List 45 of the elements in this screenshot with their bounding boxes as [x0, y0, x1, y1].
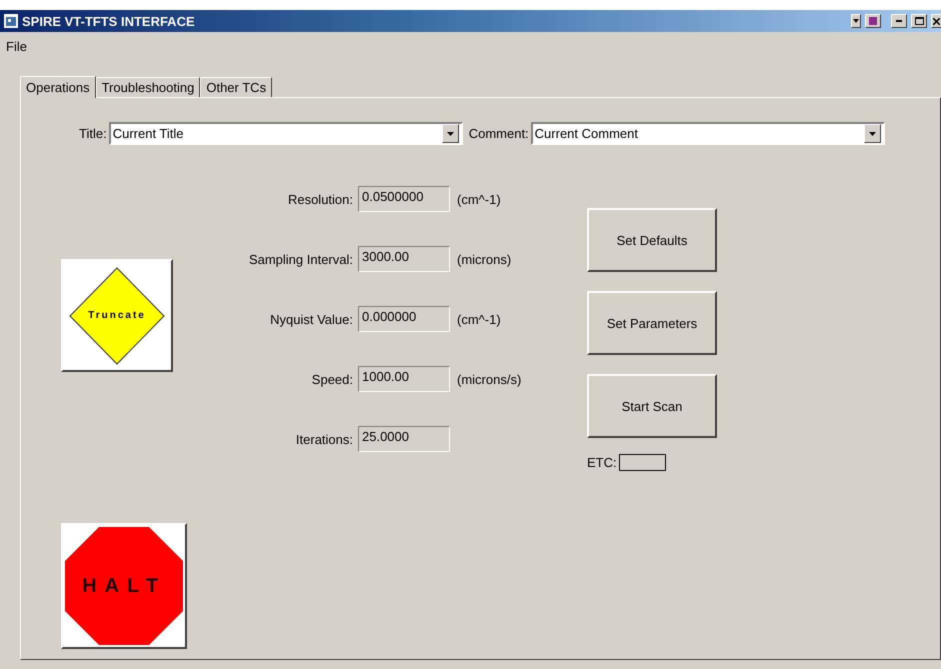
app-icon: [4, 14, 18, 28]
command-button[interactable]: Set Parameters: [587, 291, 717, 355]
unit-label: (microns/s): [456, 372, 522, 386]
diamond-icon: [69, 266, 165, 364]
tab[interactable]: Troubleshooting: [96, 77, 200, 97]
close-icon: [933, 18, 940, 24]
truncate-button[interactable]: Truncate: [61, 259, 173, 372]
command-button[interactable]: Start Scan: [587, 374, 717, 438]
halt-button[interactable]: HALT: [61, 523, 187, 649]
value-field[interactable]: 25.0000: [358, 426, 450, 452]
window-title: SPIRE VT-TFTS INTERFACE: [22, 14, 196, 28]
field-label: Resolution:: [286, 192, 353, 206]
etc-label: ETC:: [587, 455, 617, 470]
grid-icon: [869, 17, 877, 25]
unit-label: (cm^-1): [456, 192, 502, 206]
unit-label: (microns): [456, 252, 512, 266]
caret-icon: [853, 19, 859, 23]
value-field[interactable]: 3000.00: [358, 246, 450, 272]
palette-button[interactable]: [865, 14, 881, 28]
dropdown-button[interactable]: [851, 14, 861, 28]
field-label: Nyquist Value:: [269, 312, 353, 326]
value-field[interactable]: 1000.00: [358, 366, 450, 392]
close-button[interactable]: [931, 14, 941, 28]
combo-box[interactable]: Current Title: [108, 122, 463, 145]
command-button[interactable]: Set Defaults: [587, 208, 717, 272]
minimize-icon: [896, 20, 902, 22]
octagon-icon: [64, 526, 184, 646]
maximize-button[interactable]: [911, 14, 927, 28]
field-label: Iterations:: [294, 432, 353, 446]
tab[interactable]: Other TCs: [200, 77, 272, 97]
caret-icon: [446, 132, 454, 136]
combo-label: Title:: [79, 126, 107, 141]
combo-box[interactable]: Current Comment: [530, 122, 885, 145]
caret-icon: [868, 132, 876, 136]
minimize-button[interactable]: [891, 14, 907, 28]
tab[interactable]: Operations: [20, 76, 96, 98]
maximize-icon: [914, 17, 924, 25]
combo-label: Comment:: [468, 126, 529, 141]
etc-field[interactable]: [618, 454, 666, 471]
field-label: Sampling Interval:: [248, 252, 353, 266]
value-field[interactable]: 0.000000: [358, 306, 450, 332]
menu-item[interactable]: File: [4, 38, 29, 54]
field-label: Speed:: [310, 372, 353, 386]
value-field[interactable]: 0.0500000: [358, 186, 450, 212]
unit-label: (cm^-1): [456, 312, 502, 326]
